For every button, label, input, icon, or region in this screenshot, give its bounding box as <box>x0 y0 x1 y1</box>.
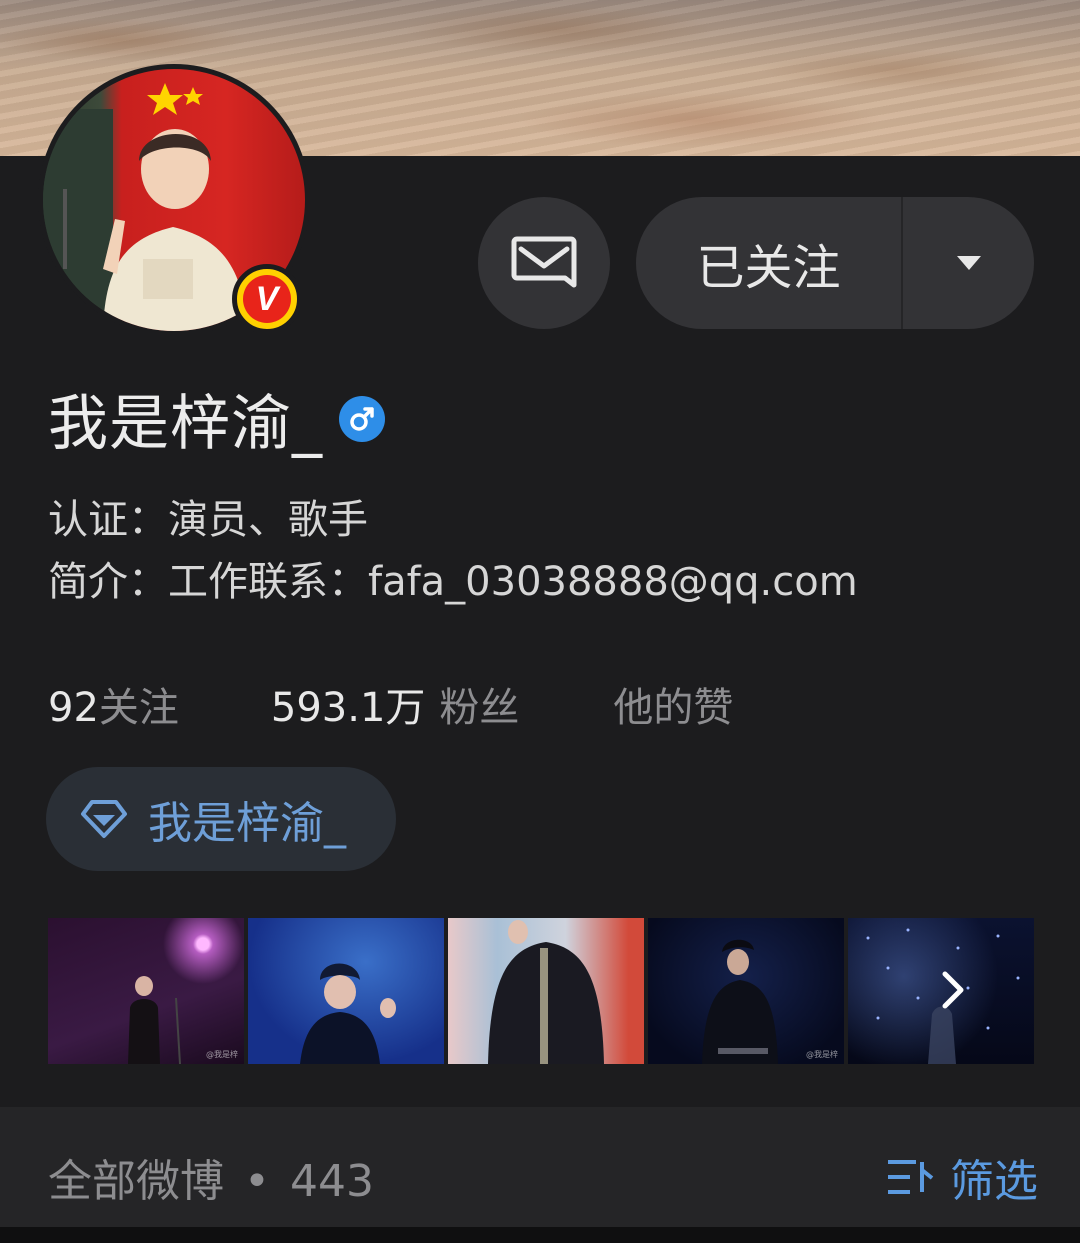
diamond-icon <box>81 800 127 838</box>
photo-thumbnail[interactable] <box>448 918 644 1064</box>
supertopic-label: 我是梓渝_ <box>148 798 346 849</box>
chevron-right-icon[interactable] <box>940 970 966 1010</box>
photo-thumbnail[interactable] <box>248 918 444 1064</box>
photo-thumbnail[interactable] <box>848 918 1034 1064</box>
name-row: 我是梓渝_ <box>48 375 385 462</box>
followers-count: 593.1万 <box>270 685 426 731</box>
posts-separator: • <box>244 1156 270 1207</box>
follow-dropdown[interactable] <box>903 254 1034 272</box>
verification-text: 认证：演员、歌手 <box>48 497 368 543</box>
follow-button[interactable]: 已关注 <box>636 197 1034 329</box>
photo-strip: @我是梓 @我是梓 <box>48 918 1034 1064</box>
posts-label: 全部微博 <box>48 1156 224 1207</box>
photo-thumbnail[interactable]: @我是梓 <box>48 918 244 1064</box>
message-button[interactable] <box>478 197 610 329</box>
likes-stat[interactable]: 他的赞 <box>613 675 733 733</box>
filter-label: 筛选 <box>950 1156 1038 1207</box>
followers-stat[interactable]: 593.1万 粉丝 <box>271 675 520 733</box>
posts-bar: 全部微博 • 443 筛选 <box>0 1107 1080 1227</box>
male-icon <box>339 395 385 442</box>
filter-button[interactable]: 筛选 <box>886 1145 1038 1209</box>
posts-summary[interactable]: 全部微博 • 443 <box>48 1145 374 1209</box>
following-stat[interactable]: 92关注 <box>48 675 179 733</box>
photo-thumbnail[interactable]: @我是梓 <box>648 918 844 1064</box>
follow-status-label: 已关注 <box>696 240 841 296</box>
stats-row: 92关注 593.1万 粉丝 他的赞 <box>48 675 733 733</box>
profile-name: 我是梓渝_ <box>48 389 323 459</box>
followers-label: 粉丝 <box>439 685 520 731</box>
following-label: 关注 <box>98 685 179 731</box>
bio-text[interactable]: 简介：工作联系：fafa_03038888@qq.com <box>48 549 858 607</box>
bottom-strip <box>0 1227 1080 1243</box>
caret-down-icon <box>956 256 981 270</box>
filter-icon <box>888 1160 934 1194</box>
mail-icon <box>511 236 577 288</box>
following-count: 92 <box>48 685 99 731</box>
supertopic-button[interactable]: 我是梓渝_ <box>46 767 396 871</box>
posts-count: 443 <box>289 1156 374 1207</box>
verified-v-icon: V <box>232 264 302 334</box>
